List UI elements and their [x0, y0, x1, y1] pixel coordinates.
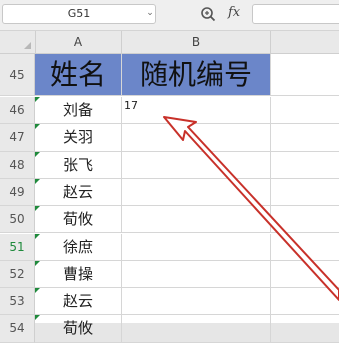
- error-indicator-icon: [35, 97, 40, 102]
- error-indicator-icon: [35, 206, 40, 212]
- empty-cell[interactable]: [271, 261, 339, 289]
- name-cell[interactable]: 张飞: [35, 151, 122, 179]
- select-all-corner[interactable]: [0, 31, 36, 53]
- row-number[interactable]: 54: [0, 315, 35, 343]
- empty-cell[interactable]: [271, 315, 339, 343]
- magnifier-icon[interactable]: [200, 6, 216, 22]
- random-number-cell[interactable]: [122, 233, 271, 261]
- name-cell[interactable]: 荀攸: [35, 206, 122, 234]
- empty-cell[interactable]: [271, 234, 339, 261]
- random-number-cell[interactable]: [122, 260, 271, 289]
- name-cell[interactable]: 刘备: [35, 97, 122, 125]
- cell-reference: G51: [67, 7, 91, 20]
- empty-cell[interactable]: [271, 179, 339, 207]
- error-indicator-icon: [35, 151, 40, 157]
- column-header-b[interactable]: B: [122, 31, 271, 53]
- fx-label[interactable]: fx: [228, 5, 240, 20]
- table-row: 52 曹操: [0, 260, 339, 289]
- row-number[interactable]: 45: [0, 54, 35, 96]
- empty-cell[interactable]: [271, 152, 339, 179]
- name-cell[interactable]: 荀攸: [35, 315, 122, 343]
- row-number[interactable]: 53: [0, 288, 35, 316]
- error-indicator-icon: [35, 233, 40, 239]
- error-indicator-icon: [35, 124, 40, 130]
- table-row: 48 张飞: [0, 151, 339, 179]
- table-row: 47 关羽: [0, 124, 339, 152]
- random-number-cell[interactable]: [122, 178, 271, 207]
- table-row: 51 徐庶: [0, 233, 339, 261]
- random-number-cell[interactable]: [122, 151, 271, 179]
- name-cell[interactable]: 赵云: [35, 178, 122, 207]
- error-indicator-icon: [35, 288, 40, 294]
- random-number-cell[interactable]: [122, 288, 271, 316]
- name-cell[interactable]: 曹操: [35, 260, 122, 289]
- spreadsheet-grid: A B 45 姓名 随机编号 46 刘备 17 47 关羽 48 张飞 49 赵云 50 荀攸 51 徐…: [0, 31, 339, 343]
- column-header-row: A B: [0, 31, 339, 54]
- row-number[interactable]: 50: [0, 206, 35, 234]
- chevron-down-icon[interactable]: ⌄: [146, 8, 154, 18]
- random-number-cell[interactable]: [122, 124, 271, 152]
- random-number-cell[interactable]: [122, 206, 271, 234]
- table-row: 50 荀攸: [0, 206, 339, 234]
- row-number[interactable]: 48: [0, 151, 35, 179]
- table-row: 53 赵云: [0, 288, 339, 316]
- formula-input[interactable]: [252, 4, 339, 24]
- empty-cell[interactable]: [271, 124, 339, 152]
- row-number[interactable]: 46: [0, 97, 35, 125]
- empty-cell[interactable]: [271, 288, 339, 316]
- error-indicator-icon: [35, 178, 40, 184]
- header-cell-name[interactable]: 姓名: [35, 54, 122, 96]
- random-number-cell[interactable]: [122, 315, 271, 343]
- random-number-cell[interactable]: 17: [122, 97, 271, 125]
- row-number[interactable]: 52: [0, 260, 35, 289]
- table-row: 54 荀攸: [0, 315, 339, 343]
- empty-cell[interactable]: [271, 206, 339, 234]
- empty-cell[interactable]: [271, 97, 339, 125]
- error-indicator-icon: [35, 260, 40, 266]
- header-cell-random-number[interactable]: 随机编号: [122, 54, 271, 96]
- table-row: 46 刘备 17: [0, 97, 339, 125]
- row-number[interactable]: 47: [0, 124, 35, 152]
- name-box[interactable]: G51: [2, 4, 156, 24]
- empty-cell[interactable]: [271, 54, 339, 96]
- column-header-a[interactable]: A: [35, 31, 122, 53]
- row-number[interactable]: 49: [0, 178, 35, 207]
- formula-bar: G51 ⌄ fx: [0, 0, 339, 31]
- name-cell[interactable]: 关羽: [35, 124, 122, 152]
- name-cell[interactable]: 赵云: [35, 288, 122, 316]
- name-cell[interactable]: 徐庶: [35, 233, 122, 261]
- error-indicator-icon: [35, 315, 40, 321]
- row-number[interactable]: 51: [0, 233, 35, 261]
- table-row: 49 赵云: [0, 178, 339, 207]
- table-header-row: 45 姓名 随机编号: [0, 54, 339, 96]
